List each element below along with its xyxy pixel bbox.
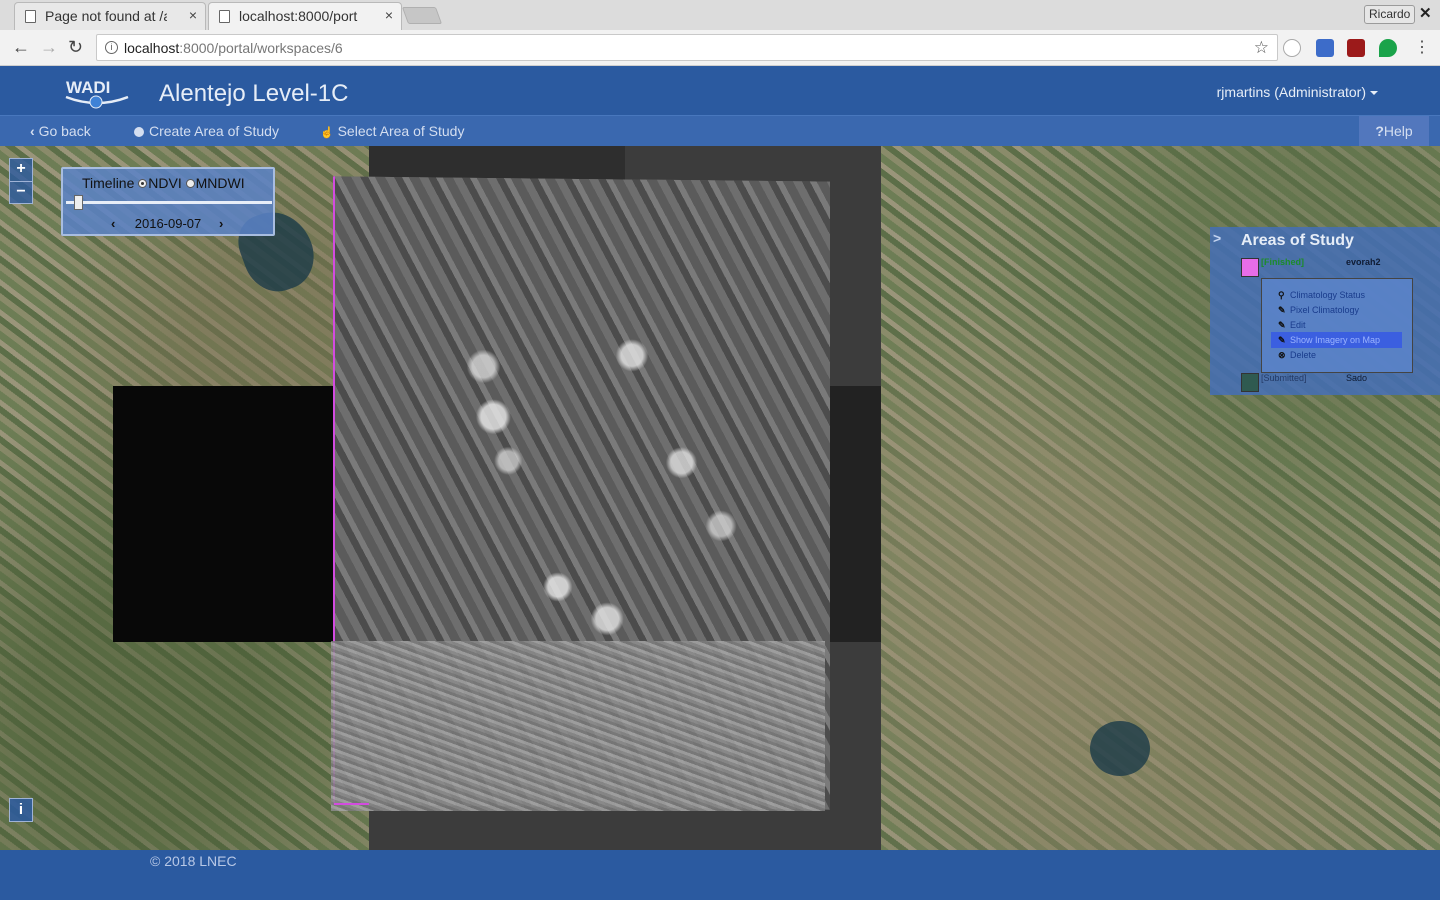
ndvi-imagery-overlay	[331, 641, 825, 811]
tab-workspace[interactable]: localhost:8000/port ×	[208, 2, 402, 30]
map-lake	[1090, 721, 1150, 776]
area-color-swatch	[1241, 373, 1259, 392]
app-header: WADI Alentejo Level-1C rjmartins (Admini…	[0, 66, 1440, 116]
area-boundary	[334, 803, 369, 805]
menu-item-delete[interactable]: ⊗ Delete	[1278, 350, 1316, 361]
caret-down-icon	[1370, 91, 1378, 96]
pencil-icon: ✎	[1278, 335, 1286, 345]
timeline-date: 2016-09-07	[134, 216, 202, 231]
tab-title: Page not found at /a	[45, 8, 167, 24]
ublock-icon[interactable]	[1347, 39, 1365, 57]
pencil-icon: ✎	[1278, 305, 1286, 315]
area-name[interactable]: Sado	[1346, 373, 1367, 383]
new-tab-button[interactable]	[401, 7, 443, 24]
menu-item-pixel-climatology[interactable]: ✎ Pixel Climatology	[1278, 305, 1359, 316]
delete-icon: ⊗	[1278, 350, 1286, 360]
bookmark-star-icon[interactable]: ☆	[1254, 38, 1269, 58]
copyright-text: © 2018 LNEC	[150, 853, 237, 869]
collapse-panel-icon[interactable]: >	[1213, 230, 1221, 246]
imagery-tile	[828, 386, 881, 642]
extension-icon[interactable]	[1379, 39, 1397, 57]
menu-item-edit[interactable]: ✎ Edit	[1278, 320, 1306, 331]
browser-toolbar: ← → ↻ i localhost:8000/portal/workspaces…	[0, 30, 1440, 66]
page-icon	[25, 10, 36, 23]
page-icon	[219, 10, 230, 23]
area-color-swatch	[1241, 258, 1259, 277]
pencil-icon: ✎	[1278, 320, 1286, 330]
zoom-in-button[interactable]: +	[10, 159, 32, 181]
plus-circle-icon	[134, 127, 144, 137]
info-icon[interactable]: i	[105, 41, 118, 54]
timeline-slider-handle[interactable]	[74, 195, 83, 210]
extension-icon[interactable]	[1283, 39, 1301, 57]
area-status: [Finished]	[1261, 257, 1304, 267]
tab-close-icon[interactable]: ×	[385, 7, 393, 23]
chevron-left-icon: ‹	[30, 123, 35, 139]
extension-icon[interactable]	[1316, 39, 1334, 57]
back-icon[interactable]: ←	[12, 37, 30, 58]
pointer-icon: ☝	[320, 127, 334, 139]
ndvi-radio[interactable]	[138, 179, 148, 188]
forward-icon[interactable]: →	[40, 37, 58, 58]
panel-title: Areas of Study	[1241, 232, 1354, 249]
go-back-button[interactable]: ‹ Go back	[30, 123, 91, 139]
area-status: [Submitted]	[1261, 373, 1307, 383]
select-area-button[interactable]: ☝ Select Area of Study	[320, 123, 464, 139]
timeline-slider-track[interactable]	[66, 201, 272, 204]
menu-item-climatology-status[interactable]: ⚲ Climatology Status	[1278, 290, 1365, 301]
mndwi-radio[interactable]	[185, 179, 195, 188]
timeline-panel: Timeline NDVI MNDWI ‹ 2016-09-07 ›	[61, 167, 275, 236]
reload-icon[interactable]: ↻	[68, 37, 83, 58]
area-name[interactable]: evorah2	[1346, 257, 1381, 267]
timeline-header: Timeline NDVI MNDWI	[82, 175, 245, 191]
tab-title: localhost:8000/port	[239, 8, 358, 24]
address-bar[interactable]: i localhost:8000/portal/workspaces/6 ☆	[96, 34, 1278, 61]
help-button[interactable]: ?Help	[1359, 116, 1429, 146]
zoom-control: + −	[9, 158, 33, 204]
logo-text: WADI	[66, 78, 110, 97]
wadi-logo: WADI	[65, 78, 129, 109]
imagery-tile-empty	[113, 386, 369, 642]
next-date-button[interactable]: ›	[219, 216, 223, 231]
user-menu[interactable]: rjmartins (Administrator)	[1217, 84, 1378, 100]
tab-page-not-found[interactable]: Page not found at /a ×	[14, 2, 206, 30]
create-area-button[interactable]: Create Area of Study	[134, 123, 279, 139]
window-close-icon[interactable]: ✕	[1419, 4, 1432, 22]
browser-tabbar: Page not found at /a × localhost:8000/po…	[0, 0, 1440, 30]
menu-item-show-imagery[interactable]: ✎ Show Imagery on Map	[1271, 332, 1402, 348]
tab-close-icon[interactable]: ×	[189, 7, 197, 23]
page-title: Alentejo Level-1C	[159, 80, 349, 107]
menu-dots-icon[interactable]: ⋮	[1414, 37, 1430, 57]
map-info-button[interactable]: i	[9, 798, 33, 822]
zoom-out-button[interactable]: −	[10, 181, 32, 203]
search-icon: ⚲	[1278, 290, 1285, 300]
workspace-toolbar: ‹ Go back Create Area of Study ☝ Select …	[0, 116, 1440, 146]
url-text: localhost:8000/portal/workspaces/6	[124, 40, 343, 56]
page-footer: © 2018 LNEC	[0, 850, 1440, 900]
question-circle-icon: ?	[1375, 123, 1384, 139]
area-context-menu: ⚲ Climatology Status ✎ Pixel Climatology ✎…	[1261, 278, 1413, 373]
profile-button[interactable]: Ricardo	[1364, 5, 1416, 24]
